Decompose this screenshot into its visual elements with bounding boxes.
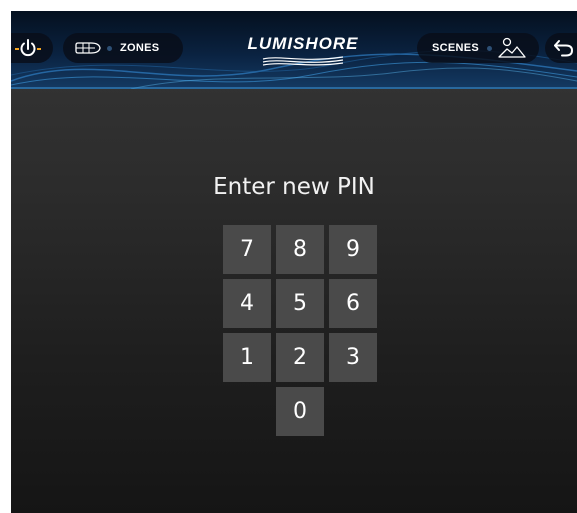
pin-prompt: Enter new PIN [213,174,375,200]
key-2[interactable]: 2 [276,333,324,382]
key-5[interactable]: 5 [276,279,324,328]
key-6[interactable]: 6 [329,279,377,328]
key-4[interactable]: 4 [223,279,271,328]
scenes-label: SCENES [432,42,480,54]
key-9[interactable]: 9 [329,225,377,274]
key-1[interactable]: 1 [223,333,271,382]
app-screen: ZONES LUMISHORE SCENES Enter new PIN 7 8… [11,11,577,513]
separator-dot [487,45,493,51]
power-icon [15,39,41,57]
logo-text: LUMISHORE [247,34,359,53]
pin-keypad: 7 8 9 4 5 6 1 2 3 0 [223,225,379,439]
key-0[interactable]: 0 [276,387,324,436]
scenes-button[interactable]: SCENES [417,33,539,63]
separator-dot [107,45,112,51]
zones-label: ZONES [120,42,160,54]
key-8[interactable]: 8 [276,225,324,274]
power-button[interactable] [11,33,53,63]
logo-wave-mark [262,56,344,66]
back-button[interactable] [545,33,577,63]
top-bar: ZONES LUMISHORE SCENES [11,11,577,89]
key-3[interactable]: 3 [329,333,377,382]
back-arrow-icon [554,40,574,57]
lumishore-logo: LUMISHORE [233,35,373,67]
boat-outline-icon [75,42,101,54]
key-7[interactable]: 7 [223,225,271,274]
zones-button[interactable]: ZONES [63,33,183,63]
landscape-icon [498,37,526,58]
